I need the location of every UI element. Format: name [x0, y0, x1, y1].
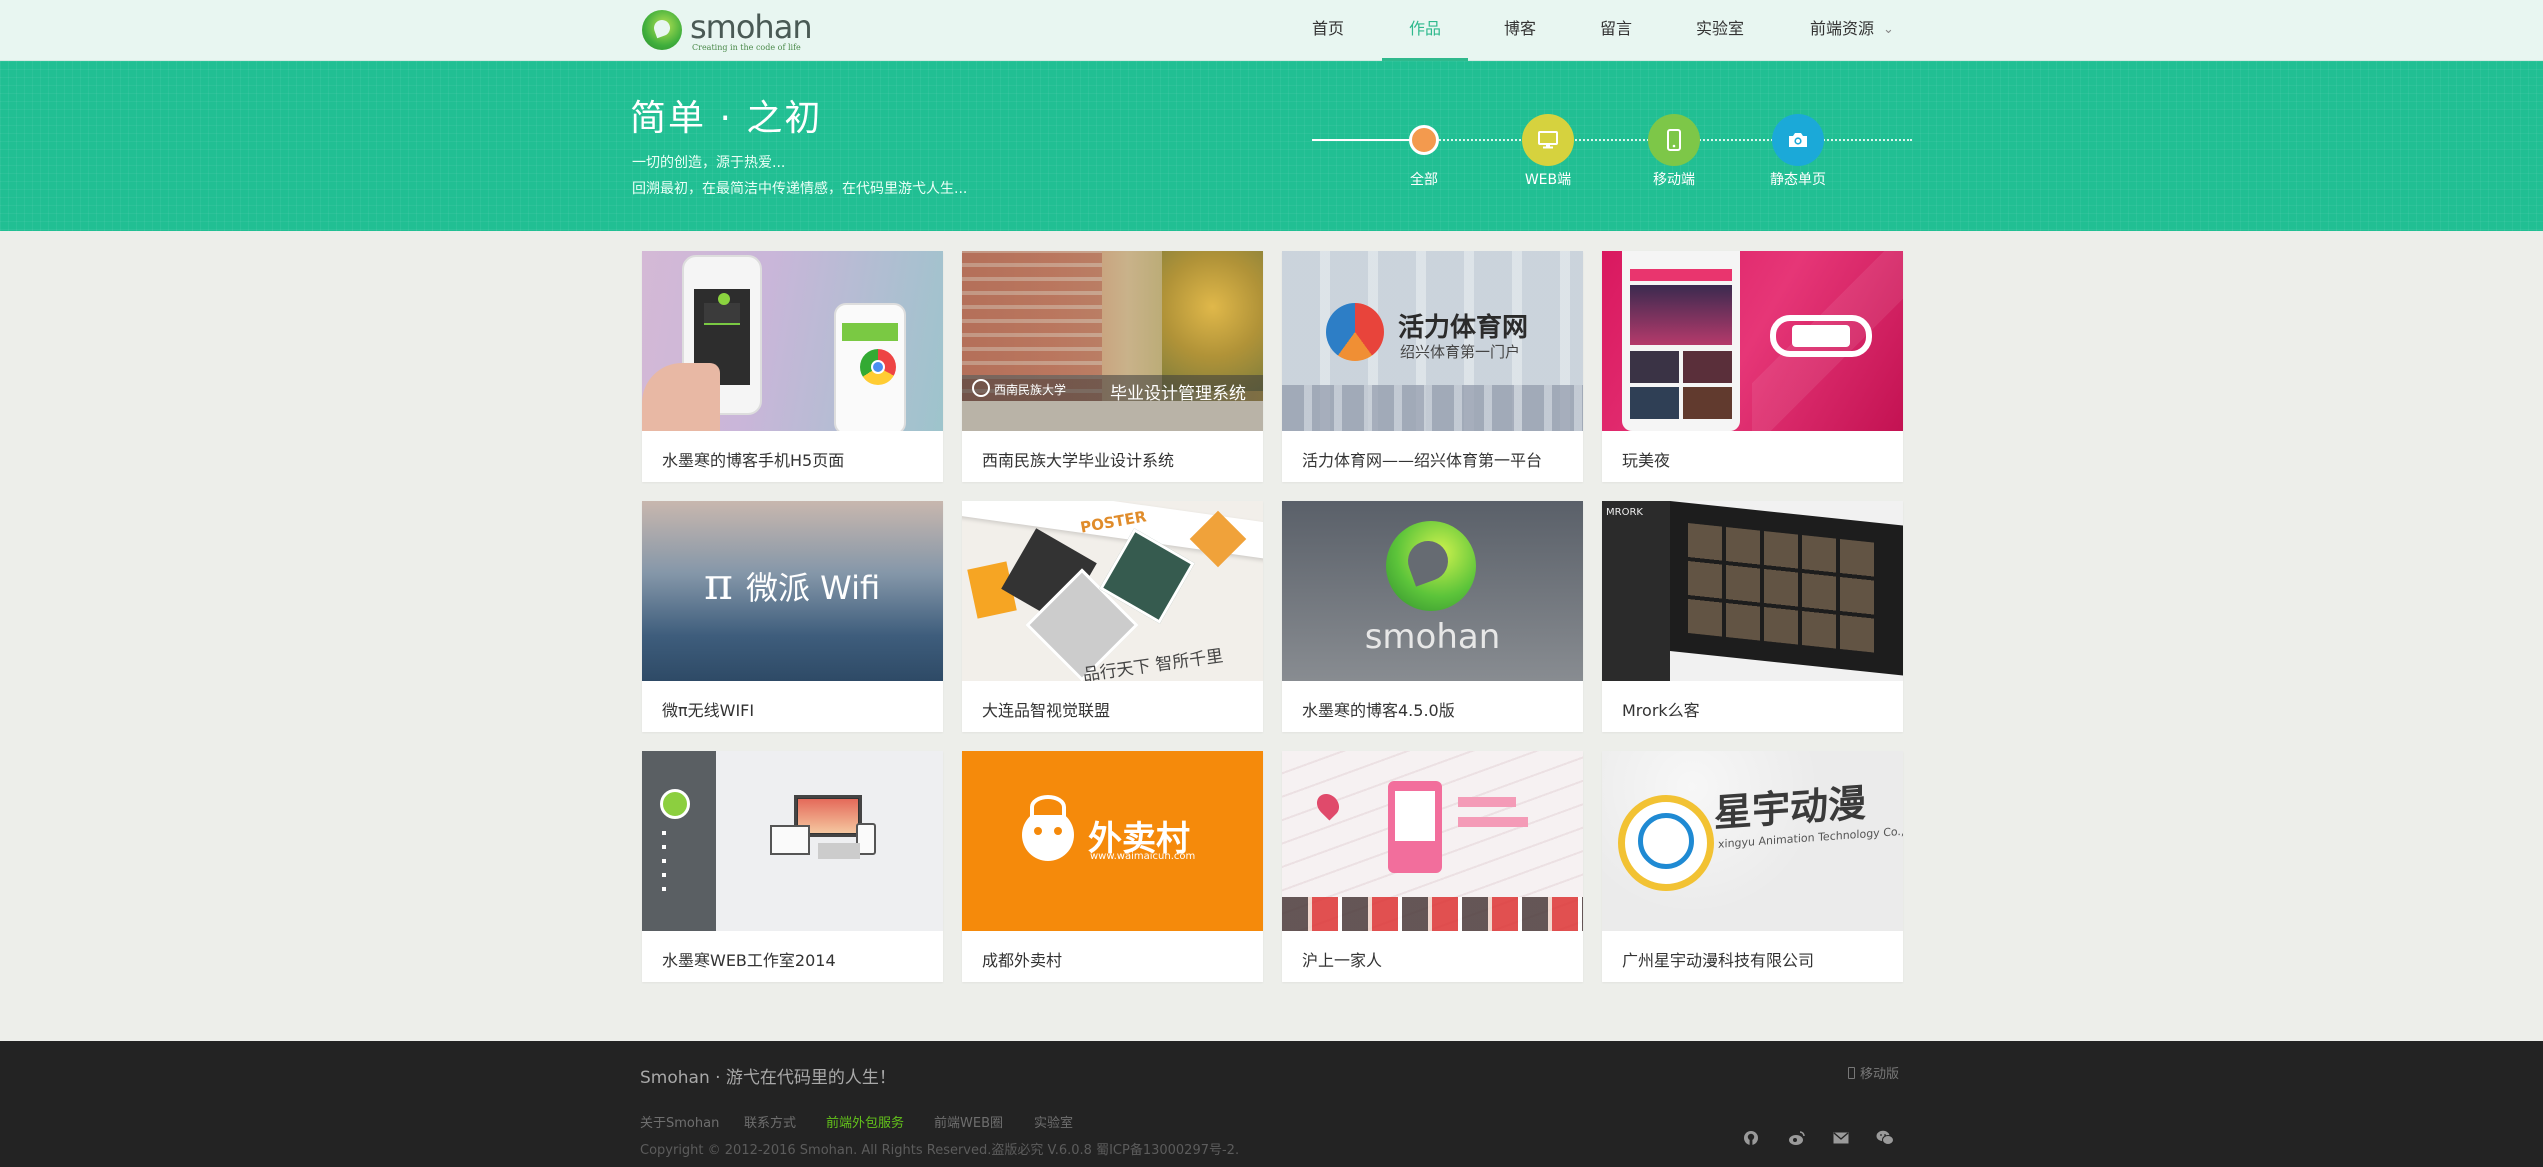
work-title: 成都外卖村 [982, 951, 1063, 970]
work-title: 活力体育网——绍兴体育第一平台 [1302, 451, 1543, 470]
top-header: smohan Creating in the code of life 首页 作… [0, 0, 2543, 61]
work-card[interactable]: 活力体育网 绍兴体育第一门户 活力体育网——绍兴体育第一平台 [1282, 251, 1583, 482]
filter-all[interactable] [1398, 114, 1450, 166]
footer-link-about[interactable]: 关于Smohan [640, 1112, 719, 1131]
work-thumbnail [1602, 251, 1903, 431]
work-thumbnail: smohan [1282, 501, 1583, 681]
work-thumbnail: POSTER 品行天下 智所千里 [962, 501, 1263, 681]
filter-static-page[interactable] [1772, 114, 1824, 166]
nav-guestbook[interactable]: 留言 [1588, 0, 1644, 61]
logo-leaf-icon [642, 10, 682, 50]
work-thumbnail: MRORK [1602, 501, 1903, 681]
github-icon[interactable] [1736, 1123, 1766, 1153]
dot-icon [1409, 125, 1439, 155]
work-title: 广州星宇动漫科技有限公司 [1622, 951, 1815, 970]
wechat-icon[interactable] [1870, 1123, 1900, 1153]
chevron-down-icon[interactable]: ⌄ [1883, 22, 1894, 37]
work-card[interactable]: 水墨寒的博客手机H5页面 [642, 251, 943, 482]
mobile-icon [1667, 129, 1681, 151]
work-title: 西南民族大学毕业设计系统 [982, 451, 1175, 470]
work-thumbnail: 活力体育网 绍兴体育第一门户 [1282, 251, 1583, 431]
mobile-icon [1848, 1067, 1855, 1079]
thumb-subcaption: 绍兴体育第一门户 [1400, 343, 1521, 361]
work-card[interactable]: 星宇动漫 xingyu Animation Technology Co., L … [1602, 751, 1903, 982]
nav-lab[interactable]: 实验室 [1688, 0, 1752, 61]
work-thumbnail [1282, 751, 1583, 931]
work-title: 水墨寒WEB工作室2014 [662, 951, 836, 970]
nav-frontend-resources[interactable]: 前端资源 [1804, 0, 1880, 61]
thumb-caption: smohan [1364, 617, 1501, 657]
work-card[interactable]: 沪上一家人 [1282, 751, 1583, 982]
mail-icon[interactable] [1826, 1123, 1856, 1153]
work-title: 大连品智视觉联盟 [982, 701, 1111, 720]
work-thumbnail: 星宇动漫 xingyu Animation Technology Co., L [1602, 751, 1903, 931]
site-logo[interactable]: smohan Creating in the code of life [640, 6, 813, 52]
footer-link-lab[interactable]: 实验室 [1034, 1112, 1073, 1131]
work-card[interactable]: 玩美夜 [1602, 251, 1903, 482]
work-thumbnail: 西南民族大学 毕业设计管理系统 [962, 251, 1263, 431]
work-card[interactable]: POSTER 品行天下 智所千里 大连品智视觉联盟 [962, 501, 1263, 732]
work-card[interactable]: smohan 水墨寒的博客4.5.0版 [1282, 501, 1583, 732]
logo-text: smohan [690, 8, 813, 46]
thumb-caption: MRORK [1606, 507, 1643, 518]
copyright-text: Copyright © 2012-2016 Smohan. All Rights… [640, 1143, 1240, 1158]
works-banner: 简单 · 之初 一切的创造，源于热爱... 回溯最初，在最简洁中传递情感，在代码… [0, 61, 2543, 231]
camera-icon [1789, 133, 1807, 147]
work-title: 水墨寒的博客手机H5页面 [662, 451, 845, 470]
site-footer: Smohan · 游弋在代码里的人生！ 移动版 关于Smohan 联系方式 前端… [0, 1041, 2543, 1167]
filter-web[interactable] [1522, 114, 1574, 166]
work-title: 沪上一家人 [1302, 951, 1383, 970]
work-card[interactable]: π 微派 Wifi 微π无线WIFI [642, 501, 943, 732]
work-title: 微π无线WIFI [662, 701, 755, 720]
footer-link-outsourcing[interactable]: 前端外包服务 [826, 1112, 904, 1131]
filter-mobile-label: 移动端 [1653, 172, 1695, 188]
work-title: 玩美夜 [1622, 451, 1671, 470]
banner-line-2: 回溯最初，在最简洁中传递情感，在代码里游弋人生... [632, 181, 968, 197]
footer-slogan: Smohan · 游弋在代码里的人生！ [640, 1068, 896, 1088]
filter-mobile[interactable] [1648, 114, 1700, 166]
logo-tagline: Creating in the code of life [692, 43, 801, 52]
nav-works[interactable]: 作品 [1382, 0, 1468, 61]
work-title: 水墨寒的博客4.5.0版 [1302, 701, 1455, 720]
filter-static-page-label: 静态单页 [1770, 172, 1826, 188]
thumb-subcaption: www.waimaicun.com [1090, 851, 1196, 862]
nav-home[interactable]: 首页 [1300, 0, 1356, 61]
work-card[interactable]: 水墨寒WEB工作室2014 [642, 751, 943, 982]
work-thumbnail: π 微派 Wifi [642, 501, 943, 681]
weibo-icon[interactable] [1782, 1123, 1812, 1153]
work-thumbnail [642, 751, 943, 931]
work-thumbnail: 外卖村 www.waimaicun.com [962, 751, 1263, 931]
banner-title: 简单 · 之初 [630, 98, 823, 139]
banner-line-1: 一切的创造，源于热爱... [632, 155, 786, 171]
work-card[interactable]: MRORK Mrork么客 [1602, 501, 1903, 732]
monitor-icon [1538, 131, 1558, 149]
work-card[interactable]: 西南民族大学 毕业设计管理系统 西南民族大学毕业设计系统 [962, 251, 1263, 482]
mobile-version-label: 移动版 [1860, 1067, 1900, 1082]
work-card[interactable]: 外卖村 www.waimaicun.com 成都外卖村 [962, 751, 1263, 982]
footer-link-web-circle[interactable]: 前端WEB圈 [934, 1112, 1003, 1131]
thumb-caption: 活力体育网 [1398, 313, 1529, 343]
nav-blog[interactable]: 博客 [1492, 0, 1548, 61]
thumb-caption: 星宇动漫 [1714, 780, 1867, 836]
mobile-version-link[interactable]: 移动版 [1848, 1063, 1899, 1082]
filter-web-label: WEB端 [1524, 172, 1572, 188]
work-thumbnail [642, 251, 943, 431]
footer-link-contact[interactable]: 联系方式 [744, 1112, 796, 1131]
work-title: Mrork么客 [1622, 701, 1700, 720]
filter-all-label: 全部 [1410, 172, 1438, 188]
thumb-caption: 微派 Wifi [746, 569, 881, 607]
thumb-symbol: π [704, 559, 733, 610]
